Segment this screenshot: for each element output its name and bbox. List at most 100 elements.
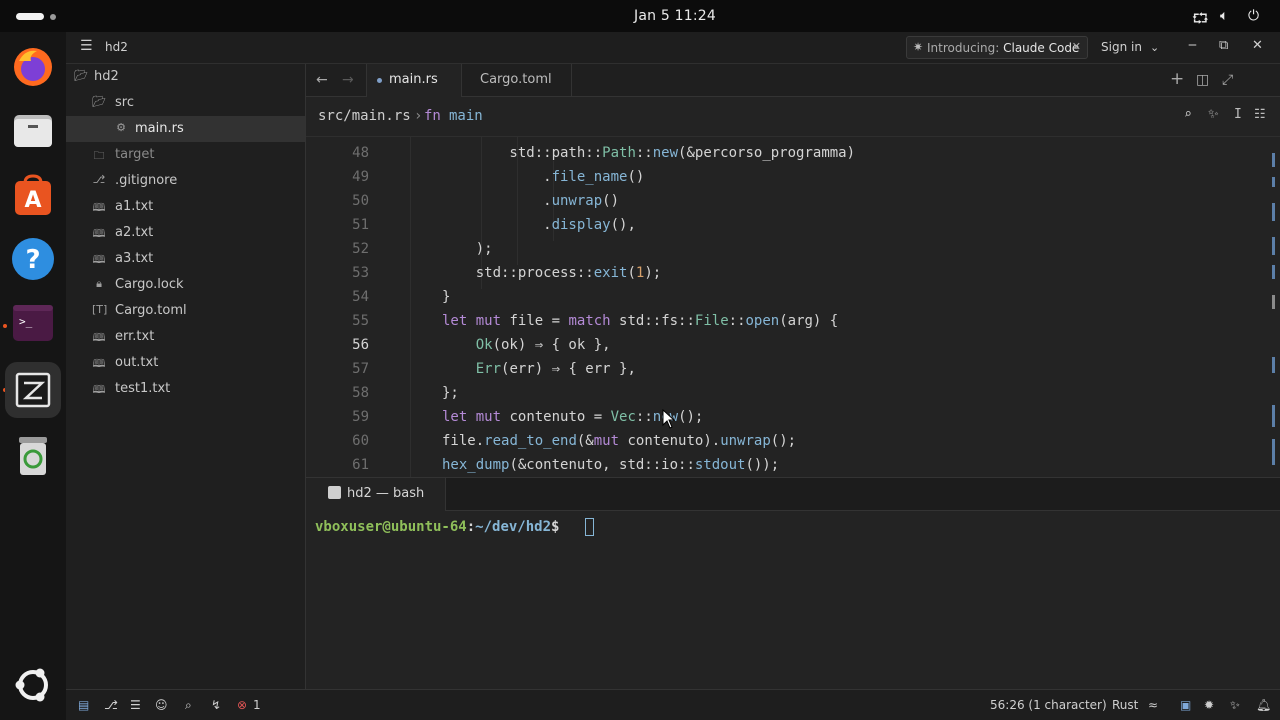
tab-label: main.rs (389, 72, 438, 87)
bolt-icon[interactable]: ↯ (211, 698, 221, 712)
tree-item-cargo-toml[interactable]: [T] Cargo.toml (66, 298, 305, 324)
cursor-position[interactable]: 56:26 (1 character) (990, 698, 1107, 712)
scroll-thumb[interactable] (1272, 295, 1275, 309)
mouse-pointer-icon (662, 409, 676, 429)
files-icon[interactable] (10, 108, 56, 154)
tree-item-gitignore[interactable]: ⎇ .gitignore (66, 168, 305, 194)
minimize-button[interactable]: ‒ (1188, 37, 1197, 53)
tree-item-src[interactable]: 📂︎ src (66, 90, 305, 116)
close-window-button[interactable]: ✕ (1252, 38, 1263, 53)
trash-icon[interactable] (10, 432, 56, 478)
zoom-expand-icon[interactable]: ⤢ (1222, 72, 1233, 88)
menu-icon[interactable]: ☰ (80, 38, 93, 54)
sparkle-icon: ✷ (913, 40, 924, 54)
scroll-marker (1272, 153, 1275, 167)
code-line[interactable]: } (442, 289, 450, 305)
code-editor[interactable]: 48 std::path::Path::new(&percorso_progra… (306, 137, 1280, 477)
sign-in-button[interactable]: Sign in (1101, 40, 1142, 54)
code-line[interactable]: Err(err) ⇒ { err }, (442, 361, 636, 377)
zed-icon[interactable] (5, 362, 61, 418)
sliders-icon[interactable]: ☷ (1254, 107, 1266, 122)
tab-cargo-toml[interactable]: Cargo.toml (462, 64, 572, 97)
lock-icon: 🔒︎ (96, 277, 102, 290)
help-icon[interactable]: ? (10, 236, 56, 282)
modified-dot-icon (377, 78, 382, 83)
tab-main-rs[interactable]: main.rs (366, 64, 462, 97)
project-name[interactable]: hd2 (105, 40, 128, 54)
show-apps-icon[interactable] (10, 662, 56, 708)
tree-item-out[interactable]: 🕮︎ out.txt (66, 350, 305, 376)
firefox-icon[interactable] (10, 44, 56, 90)
clock[interactable]: Jan 5 11:24 (0, 8, 1280, 24)
git-branch-icon[interactable]: ⎇ (104, 698, 118, 712)
code-line[interactable]: .unwrap() (442, 193, 619, 209)
terminal-icon[interactable]: >_ (10, 300, 56, 346)
status-bar: ▤ ⎇ ☰ ☺ ⌕ ↯ ⊗ 1 56:26 (1 character) Rust… (66, 689, 1280, 720)
forward-arrow-icon[interactable]: → (342, 72, 354, 88)
tree-item-cargo-lock[interactable]: 🔒︎ Cargo.lock (66, 272, 305, 298)
terminal-icon (328, 486, 341, 499)
code-line[interactable]: std::path::Path::new(&percorso_programma… (442, 145, 855, 161)
git-icon: ⎇ (92, 173, 106, 186)
assistant-sparkle-icon[interactable]: ✨︎ (1208, 107, 1219, 122)
scrollbar[interactable] (1266, 137, 1280, 477)
collab-icon[interactable]: ☺ (155, 698, 168, 712)
outline-icon[interactable]: ☰ (130, 698, 141, 712)
tree-item-label: err.txt (115, 329, 155, 344)
announcement-banner[interactable]: ✷ Introducing: Claude Code ✕ (906, 36, 1088, 59)
tree-item-a1[interactable]: 🕮︎ a1.txt (66, 194, 305, 220)
debug-icon[interactable]: ✹ (1204, 698, 1214, 712)
back-arrow-icon[interactable]: ← (316, 72, 328, 88)
chevron-down-icon[interactable]: ⌄ (1150, 41, 1159, 54)
search-icon[interactable]: ⌕ (1184, 107, 1192, 122)
code-line[interactable]: let mut file = match std::fs::File::open… (442, 313, 838, 329)
notification-bell-icon[interactable]: 🔔︎ (1256, 698, 1271, 712)
app-center-icon[interactable]: A (10, 172, 56, 218)
dock: A ? >_ (0, 32, 66, 720)
terminal-tab[interactable]: hd2 — bash (306, 478, 446, 511)
volume-icon[interactable]: 🔈︎ (1220, 8, 1228, 24)
split-pane-icon[interactable]: ◫ (1196, 72, 1209, 88)
maximize-button[interactable]: ⧉ (1219, 38, 1228, 53)
code-line[interactable]: file.read_to_end(&mut contenuto).unwrap(… (442, 433, 796, 449)
language-selector[interactable]: Rust (1112, 698, 1138, 712)
breadcrumb-symbol[interactable]: main (449, 108, 483, 124)
text-cursor-icon[interactable]: I (1234, 107, 1242, 122)
tree-item-label: a3.txt (115, 251, 154, 266)
prompt-path: ~/dev/hd2 (475, 519, 552, 535)
tree-root[interactable]: 📂︎ hd2 (66, 64, 305, 90)
tree-item-main-rs[interactable]: ⚙ main.rs (66, 116, 305, 142)
code-line[interactable]: Ok(ok) ⇒ { ok }, (442, 337, 611, 353)
plus-icon[interactable]: + (1170, 69, 1184, 89)
search-icon[interactable]: ⌕ (185, 698, 192, 713)
project-panel-icon[interactable]: ▤ (78, 698, 89, 712)
terminal-tab-label: hd2 — bash (347, 486, 425, 501)
close-icon[interactable]: ✕ (1072, 40, 1081, 53)
tree-item-label: test1.txt (115, 381, 171, 396)
terminal-toggle-icon[interactable]: ▣ (1180, 698, 1191, 712)
code-line[interactable]: }; (442, 385, 459, 401)
inline-completion-icon[interactable]: ≈ (1148, 698, 1158, 712)
breadcrumb-path[interactable]: src/main.rs (318, 108, 411, 124)
code-line[interactable]: .display(), (442, 217, 636, 233)
assistant-icon[interactable]: ✨︎ (1230, 698, 1240, 713)
terminal-panel[interactable]: vboxuser@ubuntu-64:~/dev/hd2$ (306, 511, 1280, 689)
tree-item-target[interactable]: 🗀︎ target (66, 142, 305, 168)
title-bar: ☰ hd2 ✷ Introducing: Claude Code ✕ Sign … (66, 32, 1280, 64)
network-icon[interactable]: ⮔ (1192, 8, 1209, 32)
tree-item-label: out.txt (115, 355, 159, 370)
tree-item-test1[interactable]: 🕮︎ test1.txt (66, 376, 305, 402)
line-number: 55 (352, 313, 369, 329)
tree-item-a2[interactable]: 🕮︎ a2.txt (66, 220, 305, 246)
code-line[interactable]: std::process::exit(1); (442, 265, 661, 281)
scroll-marker (1272, 265, 1275, 279)
tree-item-a3[interactable]: 🕮︎ a3.txt (66, 246, 305, 272)
error-icon[interactable]: ⊗ (237, 698, 247, 712)
code-line[interactable]: .file_name() (442, 169, 644, 185)
error-count[interactable]: 1 (253, 698, 261, 712)
text-file-icon: 🕮︎ (92, 227, 106, 240)
tree-item-err[interactable]: 🕮︎ err.txt (66, 324, 305, 350)
code-line[interactable]: hex_dump(&contenuto, std::io::stdout()); (442, 457, 779, 473)
code-line[interactable]: ); (442, 241, 493, 257)
power-icon[interactable]: ⏻ (1248, 8, 1259, 24)
